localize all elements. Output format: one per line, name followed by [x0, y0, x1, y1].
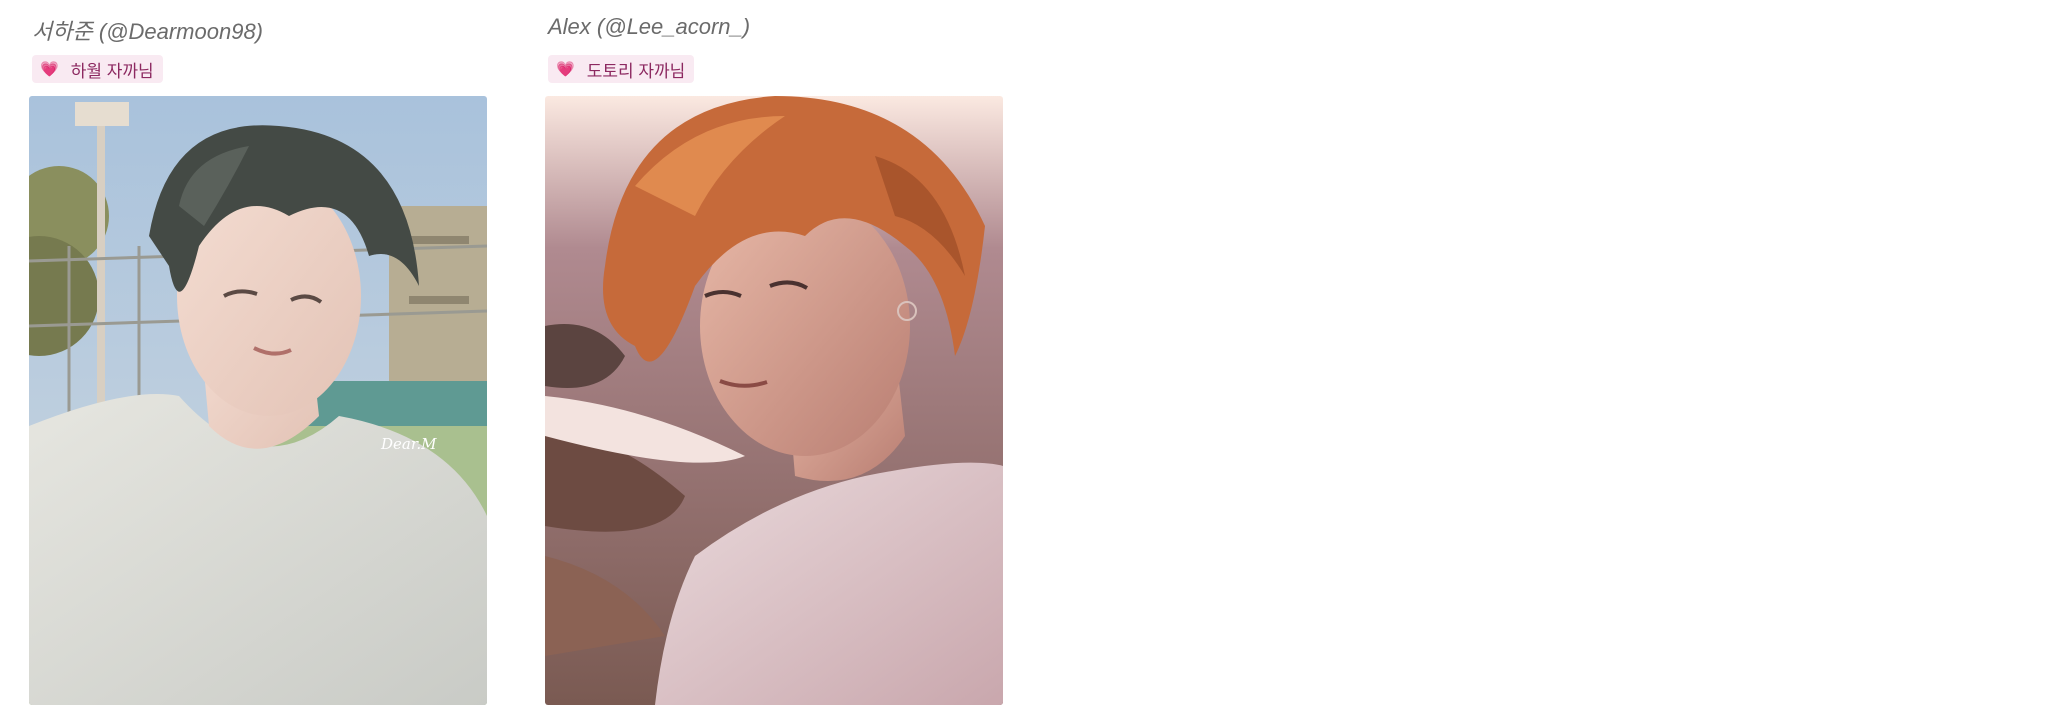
heart-icon: 💗	[40, 60, 59, 78]
character-illustration[interactable]: Dear.M	[29, 96, 487, 705]
illustration-beach-boy	[545, 96, 1003, 705]
character-author: Alex (@Lee_acorn_)	[548, 14, 751, 39]
creator-tag[interactable]: 💗 하월 자까님	[32, 55, 163, 83]
watermark-text: Dear.M	[380, 435, 437, 453]
creator-tag-label: 하월 자까님	[70, 61, 154, 81]
heart-icon: 💗	[556, 60, 575, 78]
creator-tag-label: 도토리 자까님	[586, 61, 686, 81]
character-illustration[interactable]	[545, 96, 1003, 705]
creator-tag[interactable]: 💗 도토리 자까님	[548, 55, 695, 83]
character-author: 서하준 (@Dearmoon98)	[32, 19, 264, 44]
illustration-tennis-court-boy: Dear.M	[29, 96, 487, 705]
